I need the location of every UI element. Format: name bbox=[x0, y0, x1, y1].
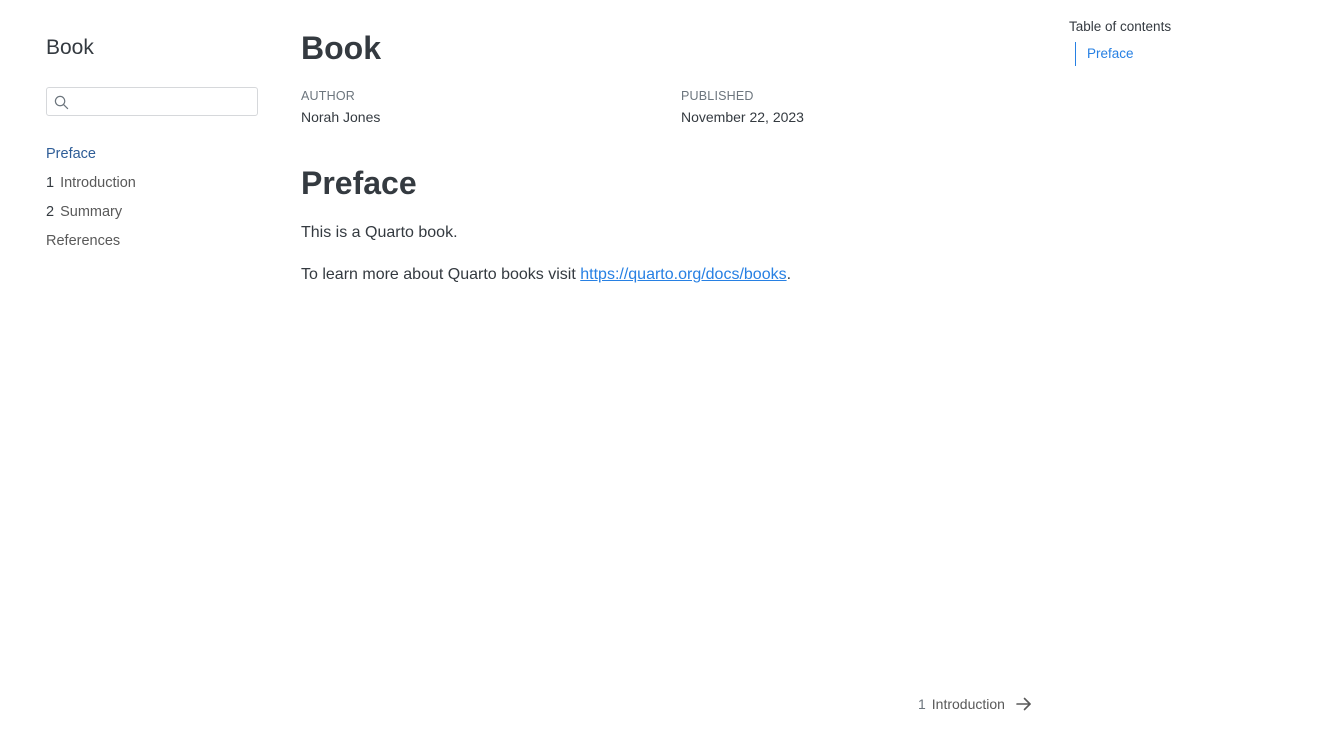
sidebar-item-label: References bbox=[46, 233, 121, 249]
arrow-right-icon bbox=[1016, 697, 1031, 711]
next-page-link[interactable]: 1 Introduction bbox=[918, 695, 1033, 713]
author-name: Norah Jones bbox=[301, 109, 381, 125]
page-title: Book bbox=[301, 30, 381, 66]
sidebar-title[interactable]: Book bbox=[46, 36, 94, 60]
next-page-number: 1 bbox=[918, 696, 926, 712]
quarto-books-link[interactable]: https://quarto.org/docs/books bbox=[580, 266, 786, 283]
sidebar-nav: Preface 1 Introduction 2 Summary Reference… bbox=[46, 143, 258, 259]
search-input[interactable] bbox=[73, 91, 255, 113]
author-label: AUTHOR bbox=[301, 89, 355, 103]
sidebar-item-number: 2 bbox=[46, 204, 55, 220]
page: Book Preface 1 Introduction 2 Summary Refe… bbox=[0, 0, 1344, 756]
sidebar-item-introduction[interactable]: 1 Introduction bbox=[46, 172, 258, 201]
sidebar-item-label: Introduction bbox=[60, 175, 136, 191]
next-page-label: Introduction bbox=[931, 696, 1005, 712]
published-date: November 22, 2023 bbox=[681, 109, 804, 125]
paragraph-intro: This is a Quarto book. bbox=[301, 224, 458, 241]
sidebar-item-label: Preface bbox=[46, 146, 96, 162]
toc-item-preface[interactable]: Preface bbox=[1087, 42, 1134, 66]
sidebar-item-label: Summary bbox=[60, 204, 123, 220]
toc-title: Table of contents bbox=[1069, 19, 1172, 34]
sidebar-item-preface[interactable]: Preface bbox=[46, 143, 258, 172]
sidebar-item-summary[interactable]: 2 Summary bbox=[46, 201, 258, 230]
published-label: PUBLISHED bbox=[681, 89, 754, 103]
toc-list: Preface bbox=[1075, 42, 1134, 66]
sidebar-item-number: 1 bbox=[46, 175, 55, 191]
table-of-contents: Table of contents Preface bbox=[1069, 19, 1289, 66]
search-box[interactable] bbox=[46, 87, 258, 116]
paragraph-end: . bbox=[786, 266, 792, 283]
paragraph-text: To learn more about Quarto books visit bbox=[301, 266, 581, 283]
paragraph-learn-more: To learn more about Quarto books visit h… bbox=[301, 266, 791, 284]
sidebar-item-references[interactable]: References bbox=[46, 230, 258, 259]
section-title: Preface bbox=[301, 165, 417, 201]
search-icon bbox=[54, 95, 69, 110]
